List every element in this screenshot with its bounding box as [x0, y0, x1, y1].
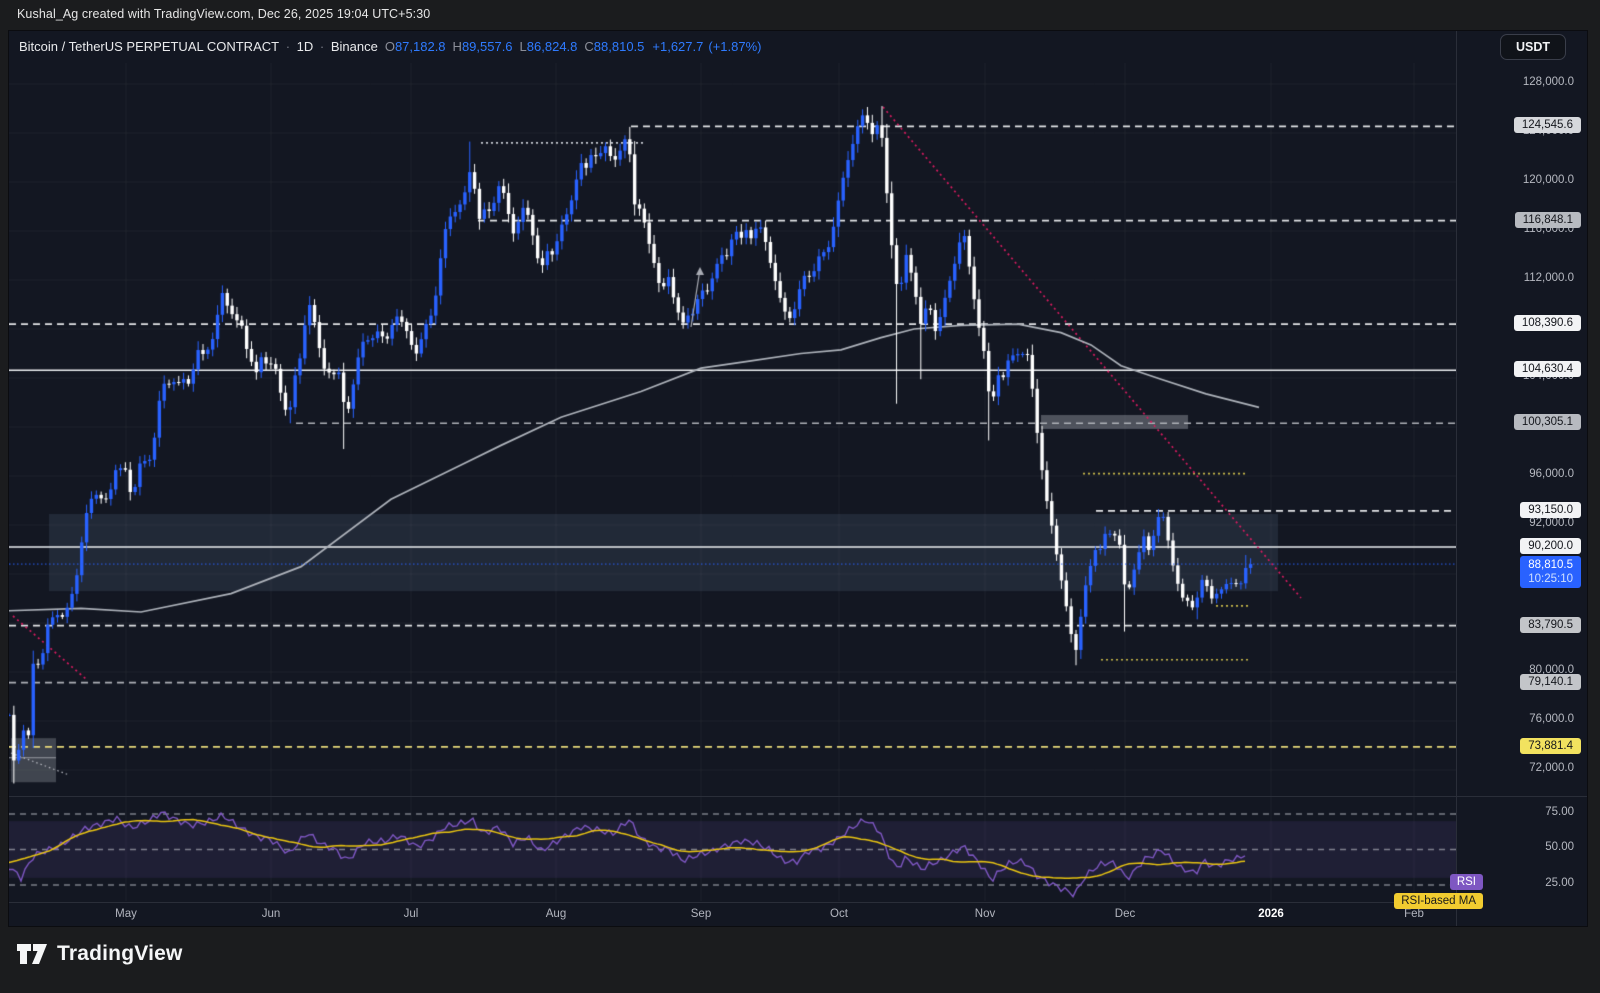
rsi-pane-canvas[interactable] [9, 796, 1456, 901]
price-chart-canvas[interactable] [9, 63, 1456, 796]
price-axis[interactable]: USDT 88,810.5 10:25:10 128,000.0124,000.… [1456, 31, 1588, 926]
month-label: Feb [1384, 908, 1444, 920]
price-level-label: 124,545.6 [1514, 117, 1581, 133]
tradingview-logo[interactable]: TradingView [16, 941, 183, 967]
price-tick: 96,000.0 [1529, 468, 1574, 480]
exchange-label[interactable]: Binance [331, 39, 378, 54]
low-label: L [520, 39, 527, 54]
rsi-ma-indicator-badge[interactable]: RSI-based MA [1394, 893, 1483, 909]
tradingview-snapshot: Kushal_Ag created with TradingView.com, … [0, 0, 1600, 993]
currency-toggle-button[interactable]: USDT [1500, 34, 1566, 60]
month-label: Jul [381, 908, 441, 920]
header-separator: · [313, 39, 331, 54]
header-separator: · [279, 39, 297, 54]
price-level-label: 83,790.5 [1520, 617, 1581, 633]
high-label: H [453, 39, 462, 54]
tradingview-logo-icon [16, 941, 48, 967]
month-label: Jun [241, 908, 301, 920]
price-tick: 112,000.0 [1524, 272, 1574, 284]
interval-label[interactable]: 1D [297, 39, 314, 54]
attribution-bar: Kushal_Ag created with TradingView.com, … [0, 0, 1600, 30]
month-label: Dec [1095, 908, 1155, 920]
price-level-label: 104,630.4 [1514, 361, 1581, 377]
price-level-label: 73,881.4 [1520, 738, 1581, 754]
rsi-indicator-badge[interactable]: RSI [1450, 874, 1483, 890]
open-value: 87,182.8 [395, 39, 446, 54]
tradingview-logo-text: TradingView [57, 942, 183, 966]
rsi-tick: 25.00 [1545, 877, 1574, 889]
price-tick: 72,000.0 [1529, 762, 1574, 774]
rsi-tick: 50.00 [1545, 841, 1574, 853]
price-level-label: 79,140.1 [1520, 674, 1581, 690]
bar-countdown: 10:25:10 [1528, 572, 1573, 586]
symbol-title[interactable]: Bitcoin / TetherUS PERPETUAL CONTRACT [19, 39, 279, 54]
symbol-header[interactable]: Bitcoin / TetherUS PERPETUAL CONTRACT · … [19, 39, 761, 54]
attribution-text: Kushal_Ag created with TradingView.com, … [17, 7, 430, 21]
current-price-value: 88,810.5 [1528, 558, 1573, 572]
low-value: 86,824.8 [527, 39, 578, 54]
change-absolute: +1,627.7 [652, 39, 703, 54]
month-label: Nov [955, 908, 1015, 920]
month-label: Oct [809, 908, 869, 920]
price-tick: 120,000.0 [1523, 174, 1574, 186]
chart-panel: Bitcoin / TetherUS PERPETUAL CONTRACT · … [8, 30, 1588, 927]
high-value: 89,557.6 [462, 39, 513, 54]
price-level-label: 100,305.1 [1514, 414, 1581, 430]
open-label: O [385, 39, 395, 54]
price-tick: 92,000.0 [1529, 517, 1574, 529]
rsi-tick: 75.00 [1545, 806, 1574, 818]
time-axis[interactable]: May Jun Jul Aug Sep Oct Nov Dec 2026 Feb [9, 902, 1456, 927]
month-label: Aug [526, 908, 586, 920]
price-level-label: 93,150.0 [1520, 502, 1581, 518]
month-label: May [96, 908, 156, 920]
pane-separator[interactable] [9, 796, 1587, 797]
close-value: 88,810.5 [594, 39, 645, 54]
change-percent: (+1.87%) [708, 39, 761, 54]
price-tick: 128,000.0 [1523, 76, 1574, 88]
month-label: Sep [671, 908, 731, 920]
month-label: 2026 [1241, 908, 1301, 920]
price-level-label: 116,848.1 [1515, 212, 1581, 228]
price-tick: 76,000.0 [1529, 713, 1574, 725]
price-level-label: 90,200.0 [1520, 538, 1581, 554]
price-level-label: 108,390.6 [1514, 315, 1581, 331]
close-label: C [584, 39, 593, 54]
current-price-badge: 88,810.5 10:25:10 [1520, 556, 1581, 588]
